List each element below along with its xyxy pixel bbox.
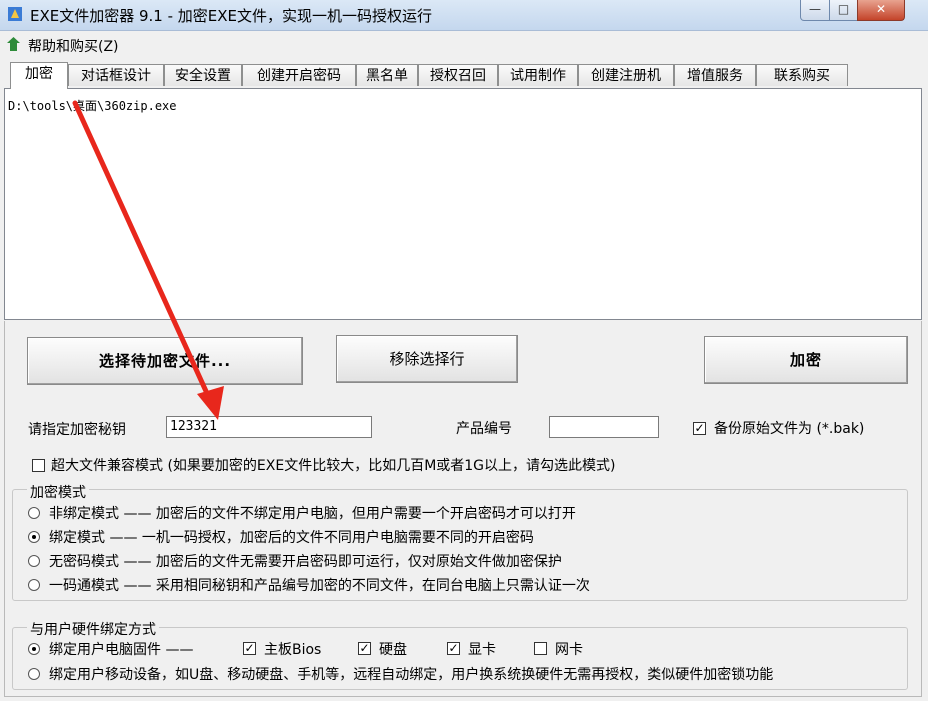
- check-icon: ✓: [694, 421, 705, 435]
- app-icon: [8, 7, 22, 21]
- key-label: 请指定加密秘钥: [28, 422, 126, 438]
- large-file-label: 超大文件兼容模式 (如果要加密的EXE文件比较大，比如几百M或者1G以上，请勾选…: [51, 458, 616, 474]
- tab-contact-purchase[interactable]: 联系购买: [756, 64, 848, 86]
- key-input-value: 123321: [170, 419, 217, 434]
- hardware-bind-title: 与用户硬件绑定方式: [27, 619, 159, 639]
- tab-value-added-service[interactable]: 增值服务: [674, 64, 756, 86]
- tab-create-open-password[interactable]: 创建开启密码: [242, 64, 356, 86]
- bind-mobile-radio[interactable]: [28, 668, 40, 680]
- encrypt-button[interactable]: 加密: [704, 336, 908, 384]
- tab-encrypt[interactable]: 加密: [10, 62, 68, 89]
- menu-help-buy[interactable]: 帮助和购买(Z): [28, 36, 119, 56]
- key-input[interactable]: 123321: [166, 416, 372, 438]
- window-title: EXE文件加密器 9.1 - 加密EXE文件，实现一机一码授权运行: [30, 7, 433, 25]
- hard-disk-label: 硬盘: [379, 642, 407, 658]
- bind-firmware-radio[interactable]: [28, 643, 40, 655]
- menu-bar: 帮助和购买(Z): [0, 32, 928, 56]
- graphics-card-label: 显卡: [468, 642, 496, 658]
- network-card-checkbox[interactable]: [534, 642, 547, 655]
- title-bar: EXE文件加密器 9.1 - 加密EXE文件，实现一机一码授权运行 — □ ✕: [0, 0, 928, 31]
- settings-panel: 选择待加密文件... 移除选择行 加密 请指定加密秘钥 123321 产品编号 …: [4, 321, 922, 697]
- mode-no-password-radio[interactable]: [28, 555, 40, 567]
- product-number-input[interactable]: [549, 416, 659, 438]
- tab-security-settings[interactable]: 安全设置: [164, 64, 242, 86]
- tab-trial-creation[interactable]: 试用制作: [498, 64, 578, 86]
- bind-mobile-label: 绑定用户移动设备，如U盘、移动硬盘、手机等，远程自动绑定，用户换系统换硬件无需再…: [49, 667, 774, 683]
- large-file-checkbox[interactable]: [32, 459, 45, 472]
- mode-unbound-radio[interactable]: [28, 507, 40, 519]
- help-buy-icon: [7, 37, 20, 51]
- mode-one-code-label: 一码通模式 —— 采用相同秘钥和产品编号加密的不同文件，在同台电脑上只需认证一次: [49, 578, 590, 594]
- file-list[interactable]: D:\tools\桌面\360zip.exe: [4, 88, 922, 320]
- check-icon: ✓: [244, 641, 255, 655]
- mode-bound-label: 绑定模式 —— 一机一码授权，加密后的文件不同用户电脑需要不同的开启密码: [49, 530, 534, 546]
- hard-disk-checkbox[interactable]: ✓: [358, 642, 371, 655]
- tab-dialog-design[interactable]: 对话框设计: [68, 64, 164, 86]
- mode-no-password-label: 无密码模式 —— 加密后的文件无需要开启密码即可运行，仅对原始文件做加密保护: [49, 554, 562, 570]
- remove-selected-button[interactable]: 移除选择行: [336, 335, 518, 383]
- check-icon: ✓: [359, 641, 370, 655]
- network-card-label: 网卡: [555, 642, 583, 658]
- graphics-card-checkbox[interactable]: ✓: [447, 642, 460, 655]
- mode-bound-radio[interactable]: [28, 531, 40, 543]
- tab-blacklist[interactable]: 黑名单: [356, 64, 418, 86]
- product-number-label: 产品编号: [456, 421, 512, 437]
- check-icon: ✓: [448, 641, 459, 655]
- mode-one-code-radio[interactable]: [28, 579, 40, 591]
- minimize-button[interactable]: —: [800, 0, 830, 21]
- maximize-button[interactable]: □: [829, 0, 858, 21]
- backup-label: 备份原始文件为 (*.bak): [714, 421, 865, 437]
- backup-checkbox[interactable]: ✓: [693, 422, 706, 435]
- file-list-item[interactable]: D:\tools\桌面\360zip.exe: [8, 97, 177, 114]
- mode-unbound-label: 非绑定模式 —— 加密后的文件不绑定用户电脑，但用户需要一个开启密码才可以打开: [49, 506, 576, 522]
- tab-strip: 加密 对话框设计 安全设置 创建开启密码 黑名单 授权召回 试用制作 创建注册机…: [4, 62, 924, 89]
- select-files-button[interactable]: 选择待加密文件...: [27, 337, 303, 385]
- bios-checkbox[interactable]: ✓: [243, 642, 256, 655]
- encrypt-mode-title: 加密模式: [27, 482, 89, 502]
- bios-label: 主板Bios: [264, 642, 322, 658]
- tab-license-recall[interactable]: 授权召回: [418, 64, 498, 86]
- tab-create-keygen[interactable]: 创建注册机: [578, 64, 674, 86]
- close-button[interactable]: ✕: [857, 0, 905, 21]
- bind-firmware-label: 绑定用户电脑固件 ——: [49, 642, 194, 658]
